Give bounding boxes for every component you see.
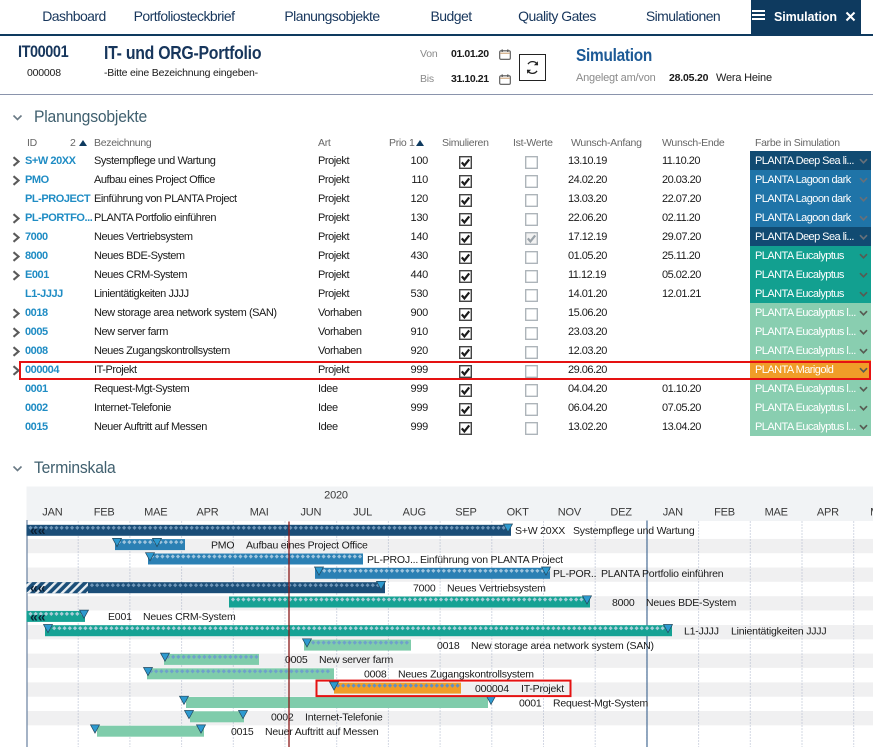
svg-text:0018: 0018: [437, 640, 460, 652]
svg-text:Neues Vertriebsystem: Neues Vertriebsystem: [447, 583, 546, 595]
svg-text:New storage area network syste: New storage area network system (SAN): [471, 640, 654, 652]
svg-text:000004: 000004: [475, 683, 509, 695]
svg-text:FEB: FEB: [94, 507, 115, 519]
svg-text:««: ««: [30, 522, 46, 538]
svg-text:MAE: MAE: [765, 507, 788, 519]
svg-text:FEB: FEB: [714, 507, 735, 519]
svg-text:0015: 0015: [231, 726, 254, 738]
svg-text:SEP: SEP: [455, 507, 476, 519]
svg-text:S+W 20XX: S+W 20XX: [515, 525, 565, 537]
svg-text:Neues Zugangskontrollsystem: Neues Zugangskontrollsystem: [398, 669, 534, 681]
svg-text:New server farm: New server farm: [319, 654, 393, 666]
svg-text:L1-JJJJ: L1-JJJJ: [684, 626, 719, 638]
svg-text:PL-PROJ...: PL-PROJ...: [367, 554, 418, 566]
svg-text:8000: 8000: [612, 597, 635, 609]
svg-text:««: ««: [30, 580, 46, 596]
svg-text:Neues CRM-System: Neues CRM-System: [143, 611, 236, 623]
svg-text:JAN: JAN: [42, 507, 62, 519]
svg-text:Linientätigkeiten JJJJ: Linientätigkeiten JJJJ: [731, 626, 826, 638]
svg-text:IT-Projekt: IT-Projekt: [521, 683, 564, 695]
svg-text:JAN: JAN: [663, 507, 683, 519]
svg-text:Einführung von PLANTA Project: Einführung von PLANTA Project: [420, 554, 563, 566]
svg-text:Systempflege und Wartung: Systempflege und Wartung: [573, 525, 695, 537]
svg-text:Neuer Auftritt auf Messen: Neuer Auftritt auf Messen: [265, 726, 379, 738]
svg-text:Neues BDE-System: Neues BDE-System: [646, 597, 737, 609]
svg-text:MAE: MAE: [144, 507, 167, 519]
svg-text:2020: 2020: [324, 490, 348, 502]
svg-text:PLANTA Portfolio einführen: PLANTA Portfolio einführen: [601, 568, 724, 580]
svg-text:MAI: MAI: [250, 507, 269, 519]
svg-text:Request-Mgt-System: Request-Mgt-System: [553, 697, 648, 709]
svg-text:PMO: PMO: [211, 539, 234, 551]
svg-text:OKT: OKT: [507, 507, 529, 519]
svg-text:0002: 0002: [271, 712, 294, 724]
svg-text:0008: 0008: [364, 669, 387, 681]
svg-text:APR: APR: [196, 507, 218, 519]
svg-text:APR: APR: [817, 507, 839, 519]
svg-text:««: ««: [30, 608, 46, 624]
svg-text:AUG: AUG: [403, 507, 426, 519]
svg-text:JUL: JUL: [353, 507, 372, 519]
svg-text:PL-POR..: PL-POR..: [553, 568, 596, 580]
svg-text:E001: E001: [108, 611, 132, 623]
svg-text:DEZ: DEZ: [610, 507, 632, 519]
svg-text:JUN: JUN: [301, 507, 322, 519]
svg-text:0001: 0001: [519, 697, 542, 709]
svg-text:NOV: NOV: [558, 507, 582, 519]
svg-text:7000: 7000: [413, 583, 436, 595]
svg-text:Internet-Telefonie: Internet-Telefonie: [305, 712, 383, 724]
svg-text:Aufbau eines Project Office: Aufbau eines Project Office: [246, 539, 368, 551]
